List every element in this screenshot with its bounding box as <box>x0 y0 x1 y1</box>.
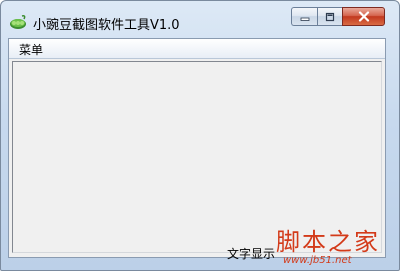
menu-bar: 菜单 <box>9 39 385 59</box>
maximize-icon <box>325 12 335 21</box>
app-icon <box>10 15 26 29</box>
close-button[interactable] <box>342 7 385 26</box>
status-text: 文字显示 <box>227 247 276 261</box>
caption-buttons <box>291 7 385 26</box>
menu-item-main[interactable]: 菜单 <box>19 41 43 58</box>
title-bar[interactable]: 小豌豆截图软件工具V1.0 <box>1 1 399 37</box>
watermark-logo: 脚本之家 <box>276 228 380 256</box>
close-icon <box>358 11 369 22</box>
minimize-button[interactable] <box>291 7 317 26</box>
watermark-url: www.jb51.net <box>283 255 352 266</box>
minimize-icon <box>300 17 309 21</box>
window-title: 小豌豆截图软件工具V1.0 <box>33 18 180 33</box>
maximize-button[interactable] <box>317 7 342 26</box>
